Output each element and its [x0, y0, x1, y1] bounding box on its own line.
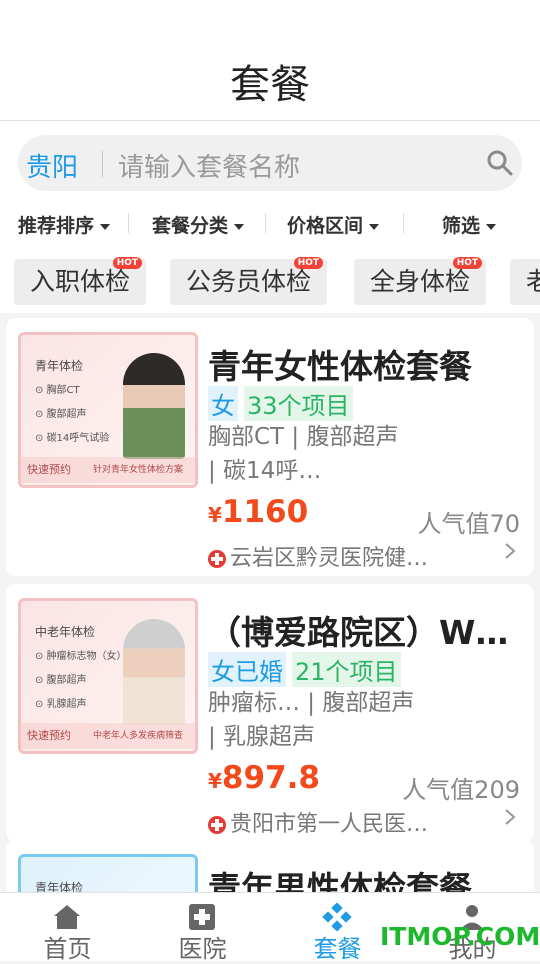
thumb-title: 中老年体检 — [35, 625, 96, 639]
search-bar-container: 贵阳 请输入套餐名称 — [0, 121, 540, 193]
thumb-row: ⊙ 腹部超声 — [35, 409, 87, 420]
package-tags: 女 33个项目 — [208, 386, 353, 421]
thumb-row: ⊙ 碳14呼气试验 — [35, 433, 110, 444]
thumb-row: ⊙ 乳腺超声 — [35, 699, 87, 710]
filter-divider — [128, 213, 129, 233]
tab-label: 医院 — [178, 935, 227, 963]
popularity: 人气值209 — [402, 776, 520, 804]
hospital-name: 贵阳市第一人民医… — [230, 812, 429, 837]
packages-icon — [322, 903, 352, 931]
project-count-tag: 33个项目 — [244, 386, 353, 421]
package-name: 青年女性体检套餐 — [208, 347, 472, 386]
chip-label: 入职体检 — [30, 267, 131, 296]
package-tags: 女已婚 21个项目 — [208, 652, 401, 687]
package-items: 胸部CT | 腹部超声 | 碳14呼… — [208, 420, 528, 488]
gender-tag: 女 — [208, 386, 238, 421]
search-bar[interactable]: 贵阳 请输入套餐名称 — [18, 135, 522, 191]
price-value: 897.8 — [221, 760, 320, 796]
search-divider — [102, 151, 103, 177]
package-card[interactable]: 青年体检 青年男性体检套餐 — [6, 840, 534, 900]
chip-label: 全身体检 — [370, 267, 471, 296]
thumb-row: ⊙ 胸部CT — [35, 385, 80, 396]
project-count-tag: 21个项目 — [292, 652, 401, 687]
hot-badge: HOT — [293, 257, 324, 269]
chevron-down-icon — [486, 223, 497, 230]
chip-elderly[interactable]: 老 — [510, 259, 540, 305]
watermark-text: ITMOP.COM — [380, 922, 540, 951]
tab-label: 首页 — [43, 935, 92, 963]
chevron-down-icon — [369, 223, 380, 230]
package-price: ¥1160 — [208, 494, 308, 530]
hot-badge: HOT — [112, 257, 143, 269]
chevron-down-icon — [234, 223, 245, 230]
package-price: ¥897.8 — [208, 760, 320, 796]
page-title: 套餐 — [230, 62, 310, 108]
items-line: 肿瘤标… | 腹部超声 — [208, 690, 415, 716]
filter-divider — [403, 213, 404, 233]
package-card[interactable]: 中老年体检 ⊙ 肿瘤标志物（女） ⊙ 腹部超声 ⊙ 乳腺超声 快速预约 中老年人多… — [6, 584, 534, 842]
thumb-tagline: 中老年人多发疾病筛查 — [93, 731, 184, 741]
chip-label: 公务员体检 — [186, 267, 312, 296]
thumb-footer: 快速预约 中老年人多发疾病筛查 — [21, 723, 195, 749]
filter-sort-label: 推荐排序 — [18, 215, 95, 237]
search-input[interactable]: 请输入套餐名称 — [118, 147, 300, 184]
model-photo — [123, 619, 185, 725]
search-icon[interactable] — [486, 149, 514, 177]
home-icon — [54, 905, 80, 929]
chevron-right-icon[interactable] — [504, 808, 516, 826]
chip-full-body[interactable]: 全身体检 HOT — [354, 257, 487, 305]
hospital-cross-icon — [208, 550, 226, 568]
thumb-tagline: 针对青年女性体检方案 — [93, 465, 184, 475]
filter-category[interactable]: 套餐分类 — [152, 211, 245, 238]
quick-book-label: 快速预约 — [27, 463, 71, 476]
model-photo — [123, 353, 185, 459]
chevron-right-icon[interactable] — [504, 542, 516, 560]
top-header: 套餐 — [0, 0, 540, 121]
filter-sort[interactable]: 推荐排序 — [18, 211, 111, 238]
package-thumbnail: 中老年体检 ⊙ 肿瘤标志物（女） ⊙ 腹部超声 ⊙ 乳腺超声 快速预约 中老年人多… — [18, 598, 198, 754]
package-thumbnail: 青年体检 ⊙ 胸部CT ⊙ 腹部超声 ⊙ 碳14呼气试验 快速预约 针对青年女性体… — [18, 332, 198, 488]
hospital-name: 云岩区黔灵医院健… — [230, 546, 429, 571]
filter-divider — [265, 213, 266, 233]
filter-screen[interactable]: 筛选 — [442, 211, 497, 238]
filter-price-label: 价格区间 — [287, 215, 364, 237]
thumb-row: ⊙ 肿瘤标志物（女） — [35, 651, 127, 662]
chip-civil-servant[interactable]: 公务员体检 HOT — [170, 257, 328, 305]
thumb-footer: 快速预约 针对青年女性体检方案 — [21, 457, 195, 483]
thumb-title: 青年体检 — [35, 359, 84, 373]
items-line: | 乳腺超声 — [208, 724, 316, 750]
city-selector[interactable]: 贵阳 — [26, 147, 78, 184]
package-card[interactable]: 青年体检 ⊙ 胸部CT ⊙ 腹部超声 ⊙ 碳14呼气试验 快速预约 针对青年女性体… — [6, 318, 534, 576]
currency-symbol: ¥ — [208, 503, 222, 527]
filter-bar: 推荐排序 套餐分类 价格区间 筛选 — [0, 193, 540, 253]
items-line: 胸部CT | 腹部超声 — [208, 424, 399, 450]
price-value: 1160 — [221, 494, 309, 530]
chip-label: 老 — [526, 267, 540, 296]
gender-tag: 女已婚 — [208, 652, 286, 687]
chip-onboarding[interactable]: 入职体检 HOT — [14, 257, 147, 305]
hospital-link[interactable]: 贵阳市第一人民医… — [208, 806, 428, 838]
filter-category-label: 套餐分类 — [152, 215, 229, 237]
hot-badge: HOT — [452, 257, 483, 269]
tab-home[interactable]: 首页 — [0, 893, 135, 963]
thumb-row: ⊙ 腹部超声 — [35, 675, 87, 686]
hospital-icon — [189, 904, 215, 930]
package-name: （博爱路院区）W… — [208, 613, 509, 652]
chevron-down-icon — [100, 223, 111, 230]
hospital-cross-icon — [208, 816, 226, 834]
hospital-link[interactable]: 云岩区黔灵医院健… — [208, 540, 428, 572]
category-chips: 入职体检 HOT 公务员体检 HOT 全身体检 HOT 老 — [0, 253, 540, 313]
currency-symbol: ¥ — [208, 769, 222, 793]
popularity: 人气值70 — [417, 510, 520, 538]
tab-hospital[interactable]: 医院 — [135, 893, 270, 963]
filter-screen-label: 筛选 — [442, 215, 481, 237]
filter-price[interactable]: 价格区间 — [287, 211, 380, 238]
items-line: | 碳14呼… — [208, 458, 322, 484]
package-items: 肿瘤标… | 腹部超声 | 乳腺超声 — [208, 686, 528, 754]
quick-book-label: 快速预约 — [27, 729, 71, 742]
